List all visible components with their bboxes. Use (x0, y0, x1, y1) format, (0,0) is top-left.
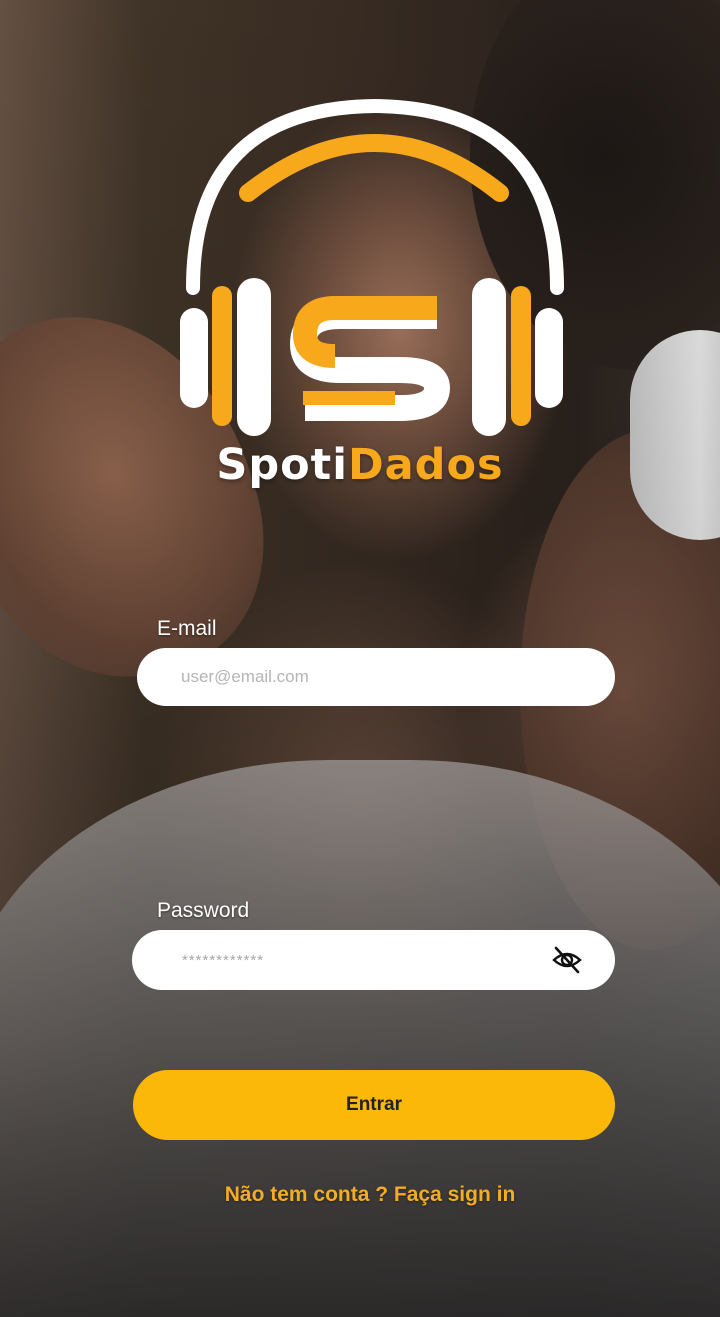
eye-off-icon[interactable] (549, 942, 585, 978)
password-input[interactable]: ************ (132, 952, 549, 969)
brand-name-part2: Dados (347, 440, 504, 490)
headphones-logo (180, 98, 564, 436)
brand-name-part1: Spoti (216, 440, 348, 490)
email-input[interactable] (137, 667, 615, 687)
password-label: Password (157, 899, 250, 922)
brand-wordmark: SpotiDados (0, 440, 720, 490)
email-label: E-mail (157, 617, 217, 640)
email-field-container[interactable] (137, 648, 615, 706)
password-field-container[interactable]: ************ (132, 930, 615, 990)
login-button[interactable]: Entrar (133, 1070, 615, 1140)
signup-link[interactable]: Não tem conta ? Faça sign in (0, 1183, 720, 1207)
